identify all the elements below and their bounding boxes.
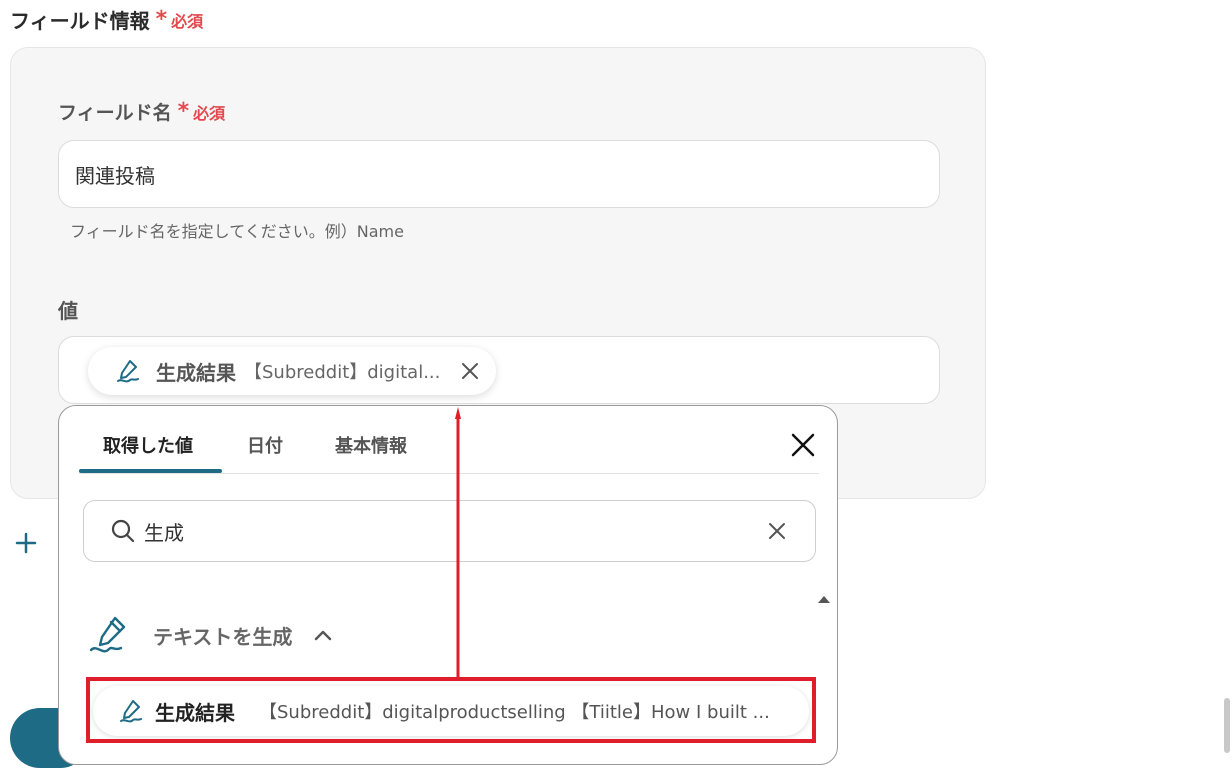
tab-date[interactable]: 日付 bbox=[247, 432, 283, 458]
annotation-arrow bbox=[455, 407, 461, 679]
close-icon[interactable] bbox=[458, 359, 482, 383]
required-star: * bbox=[155, 6, 168, 32]
required-star: * bbox=[177, 98, 190, 124]
search-input[interactable]: 生成 bbox=[83, 500, 816, 562]
annotation-highlight bbox=[86, 677, 816, 743]
value-label: 値 bbox=[58, 299, 78, 323]
pen-icon bbox=[117, 360, 139, 383]
required-label: 必須 bbox=[193, 103, 226, 123]
page-scrollbar[interactable] bbox=[1222, 698, 1232, 753]
tab-acquired-values[interactable]: 取得した値 bbox=[103, 432, 193, 458]
close-icon[interactable] bbox=[789, 431, 817, 459]
section-title: フィールド情報 * 必須 bbox=[10, 5, 203, 34]
value-chip[interactable]: 生成結果 【Subreddit】digital... bbox=[88, 347, 496, 395]
chip-title: 生成結果 bbox=[156, 360, 236, 385]
plus-icon bbox=[15, 532, 37, 554]
field-name-input[interactable]: 関連投稿 bbox=[58, 140, 940, 208]
pen-icon bbox=[89, 616, 126, 653]
group-text-generation[interactable]: テキストを生成 bbox=[87, 611, 332, 659]
field-name-label-text: フィールド名 bbox=[58, 102, 172, 124]
field-name-label: フィールド名 * 必須 bbox=[58, 98, 225, 125]
chip-subtitle: 【Subreddit】digital... bbox=[244, 362, 441, 383]
add-field-button[interactable] bbox=[10, 527, 42, 559]
field-name-value: 関連投稿 bbox=[75, 163, 155, 188]
section-title-text: フィールド情報 bbox=[10, 9, 150, 33]
tab-basic-info[interactable]: 基本情報 bbox=[335, 432, 407, 458]
chevron-up-icon[interactable] bbox=[314, 629, 332, 641]
search-icon bbox=[111, 519, 135, 543]
clear-icon[interactable] bbox=[765, 519, 789, 543]
scroll-up-arrow[interactable] bbox=[817, 594, 831, 604]
field-name-help: フィールド名を指定してください。例）Name bbox=[70, 222, 404, 241]
tab-divider bbox=[79, 473, 819, 474]
group-label: テキストを生成 bbox=[153, 624, 293, 649]
required-label: 必須 bbox=[171, 11, 204, 31]
